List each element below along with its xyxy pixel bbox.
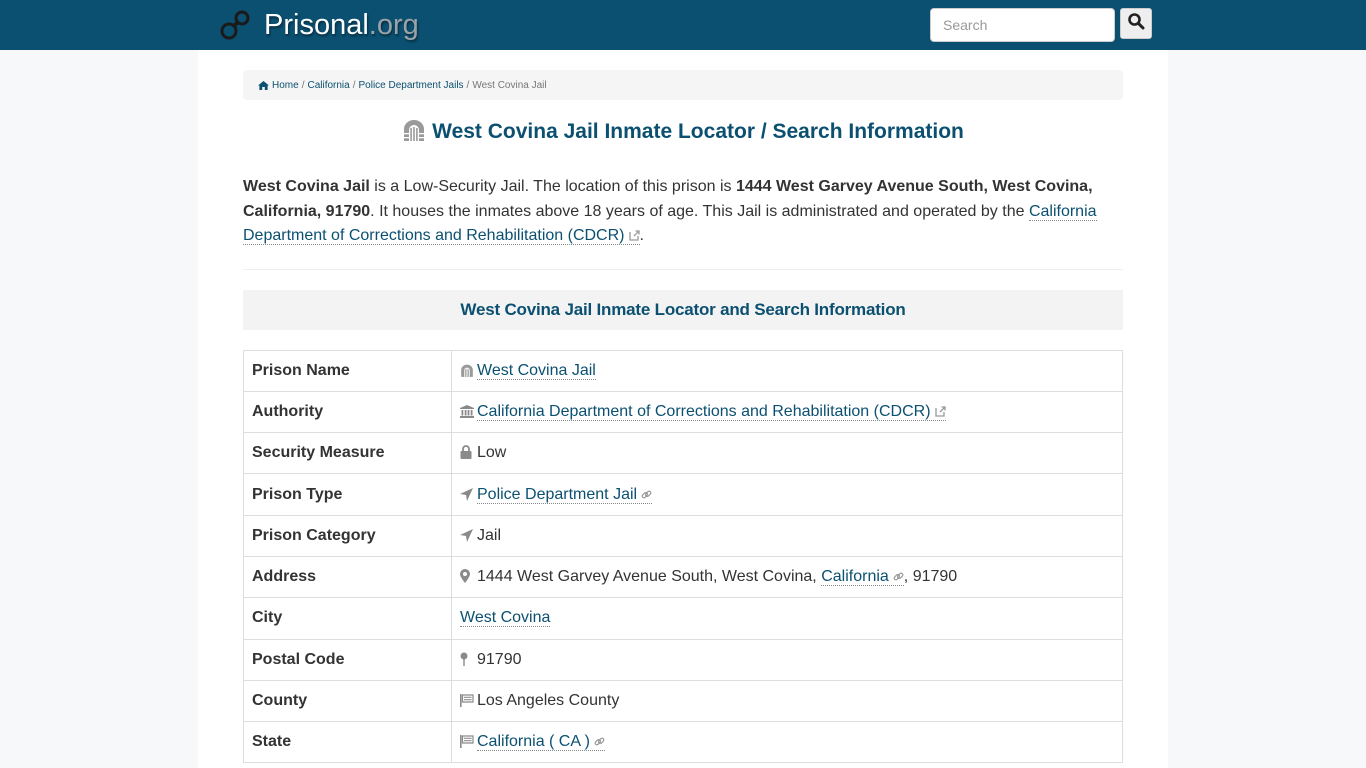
row-value-text: 91790: [477, 650, 522, 668]
row-value-link[interactable]: Police Department Jail: [477, 485, 653, 504]
breadcrumb-home[interactable]: Home: [272, 80, 299, 91]
row-value-suffix: , 91790: [903, 568, 958, 586]
row-value-link[interactable]: California Department of Corrections and…: [477, 402, 946, 421]
breadcrumb: Home / California / Police Department Ja…: [243, 70, 1123, 100]
section-heading: West Covina Jail Inmate Locator and Sear…: [243, 289, 1123, 330]
row-value-text: California Department of Corrections and…: [477, 402, 931, 420]
breadcrumb-separator: /: [466, 79, 470, 91]
search-form: [930, 8, 1152, 42]
row-value-cell: California ( CA ): [451, 721, 1123, 764]
external-link-icon: [934, 404, 946, 417]
table-row: Address 1444 West Garvey Avenue South, We…: [243, 555, 1123, 599]
row-value-link[interactable]: California: [821, 568, 904, 587]
info-table: Prison Name West Covina Jail Authority Cali…: [243, 349, 1123, 764]
map-pin-icon: [460, 652, 474, 666]
row-label: Prison Type: [243, 473, 452, 516]
intro-paragraph: West Covina Jail is a Low-Security Jail.…: [243, 175, 1123, 270]
row-value-text: West Covina: [460, 609, 551, 627]
table-row: County Los Angeles County: [243, 679, 1123, 723]
table-row: Postal Code 91790: [243, 638, 1123, 681]
link-icon: [641, 487, 652, 498]
row-value-text: Los Angeles County: [477, 692, 620, 710]
map-marker-icon: [460, 569, 474, 584]
row-label: Authority: [243, 390, 452, 434]
location-arrow-icon: [460, 528, 474, 543]
intro-prison-name: West Covina Jail: [243, 178, 370, 195]
row-value-text: California: [821, 568, 889, 586]
page-title-text: West Covina Jail Inmate Locator / Search…: [432, 120, 964, 143]
search-button[interactable]: [1120, 8, 1152, 39]
row-value-link[interactable]: California ( CA ): [477, 733, 605, 752]
lock-icon: [460, 445, 474, 460]
row-value-cell: West Covina Jail: [451, 349, 1123, 392]
table-row: Security Measure Low: [243, 432, 1123, 475]
row-value-cell: Police Department Jail: [451, 473, 1123, 516]
location-arrow-icon: [460, 487, 474, 502]
home-icon: [258, 80, 269, 90]
row-value-prefix: 1444 West Garvey Avenue South, West Covi…: [477, 568, 822, 586]
intro-text: . It houses the inmates above 18 years o…: [370, 202, 1029, 220]
page-title: West Covina Jail Inmate Locator / Search…: [243, 119, 1123, 145]
institution-icon: [460, 404, 474, 419]
row-value-cell: West Covina: [451, 597, 1123, 640]
row-value-cell: Low: [451, 432, 1123, 475]
flag-icon: [460, 735, 474, 749]
brand-tld: .org: [368, 8, 419, 41]
brand-logo-link[interactable]: Prisonal .org: [220, 6, 419, 44]
table-row: Prison Type Police Department Jail: [243, 473, 1123, 516]
row-label: City: [243, 597, 452, 640]
breadcrumb-separator: /: [301, 79, 305, 91]
breadcrumb-california[interactable]: California: [307, 80, 349, 91]
prison-gate-icon: [460, 364, 474, 378]
handcuffs-icon: [220, 9, 252, 41]
table-row: Authority California Department of Correc…: [243, 390, 1123, 434]
table-row: City West Covina: [243, 597, 1123, 640]
search-icon: [1127, 12, 1145, 35]
table-row: State California ( CA ): [243, 721, 1123, 764]
intro-text: .: [639, 227, 644, 244]
row-value-link[interactable]: West Covina: [460, 609, 551, 628]
row-label: State: [243, 721, 452, 764]
table-row: Prison Category Jail: [243, 514, 1123, 557]
row-value-text: Jail: [477, 526, 502, 544]
row-value-text: Police Department Jail: [477, 485, 638, 503]
row-value-cell: California Department of Corrections and…: [451, 390, 1123, 434]
flag-icon: [460, 694, 474, 708]
search-input[interactable]: [930, 8, 1115, 42]
row-value-text: Low: [477, 444, 507, 462]
row-value-cell: Los Angeles County: [451, 679, 1123, 723]
main-container: Home / California / Police Department Ja…: [198, 50, 1168, 768]
breadcrumb-separator: /: [352, 79, 356, 91]
link-icon: [594, 734, 605, 746]
row-value-text: West Covina Jail: [477, 361, 596, 379]
table-row: Prison Name West Covina Jail: [243, 349, 1123, 392]
prison-gate-icon: [402, 119, 426, 141]
row-value-link[interactable]: West Covina Jail: [477, 361, 596, 380]
row-label: Prison Name: [243, 349, 452, 392]
breadcrumb-police-department-jails[interactable]: Police Department Jails: [359, 80, 464, 91]
row-label: Postal Code: [243, 638, 452, 681]
row-value-cell: 91790: [451, 638, 1123, 681]
row-value-text: California ( CA ): [477, 733, 590, 751]
link-icon: [893, 569, 904, 581]
row-label: Address: [243, 555, 452, 599]
row-label: County: [243, 679, 452, 723]
external-link-icon: [628, 225, 640, 241]
row-value-cell: 1444 West Garvey Avenue South, West Covi…: [451, 555, 1123, 599]
row-value-cell: Jail: [451, 514, 1123, 557]
row-label: Prison Category: [243, 514, 452, 557]
top-navbar: Prisonal .org: [0, 0, 1366, 50]
breadcrumb-current: West Covina Jail: [472, 79, 547, 91]
brand-name: Prisonal: [264, 8, 369, 41]
intro-text: is a Low-Security Jail. The location of …: [369, 178, 736, 195]
row-label: Security Measure: [243, 432, 452, 475]
